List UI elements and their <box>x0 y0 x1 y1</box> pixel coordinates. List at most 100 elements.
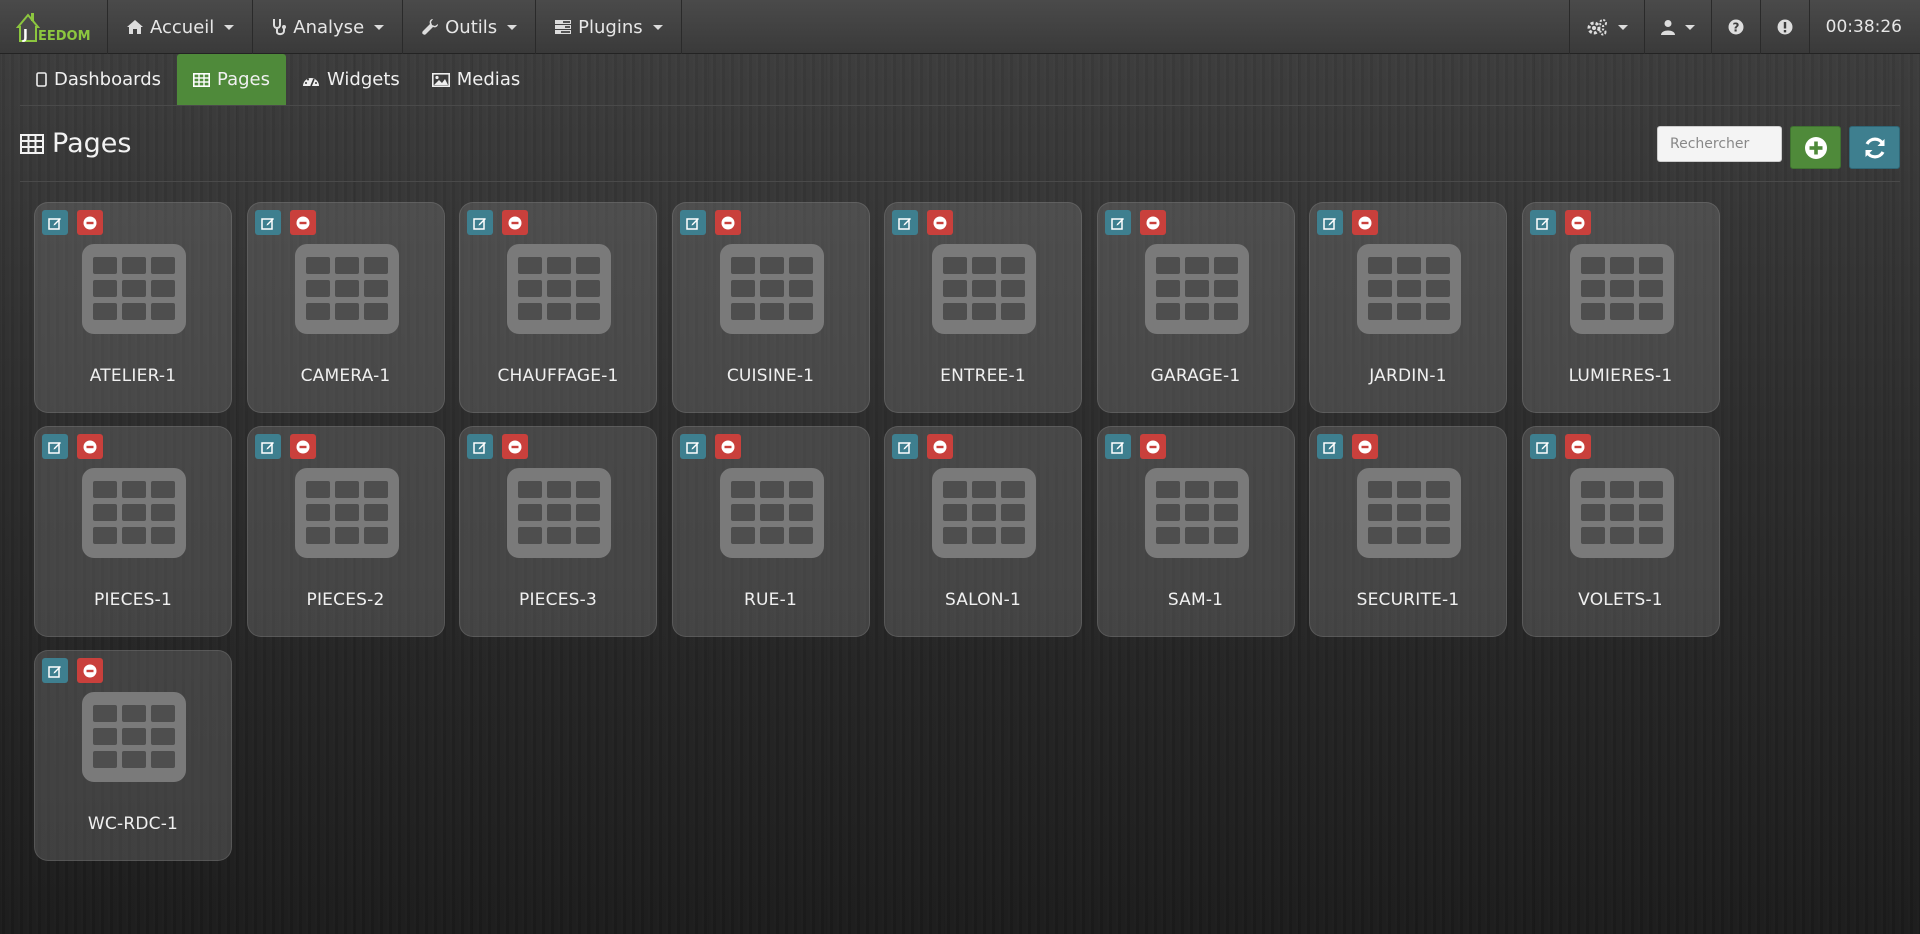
edit-page-button[interactable] <box>254 434 281 459</box>
menu-user[interactable] <box>1643 0 1711 54</box>
search-input[interactable] <box>1657 126 1782 162</box>
edit-page-button[interactable] <box>467 434 493 459</box>
page-card[interactable]: PIECES-3 <box>459 426 657 637</box>
page-card[interactable]: RUE-1 <box>671 426 870 637</box>
page-card[interactable]: CHAUFFAGE-1 <box>459 202 657 413</box>
edit-page-button[interactable] <box>892 434 918 459</box>
brand-logo[interactable]: J EEDOM <box>0 0 108 54</box>
tab-widgets[interactable]: Widgets <box>286 54 416 105</box>
edit-page-button[interactable] <box>1529 210 1556 235</box>
delete-page-button[interactable] <box>714 434 741 459</box>
page-card[interactable]: SECURITE-1 <box>1309 426 1507 637</box>
delete-page-button[interactable] <box>1352 210 1378 235</box>
delete-page-button[interactable] <box>714 210 741 235</box>
table-icon <box>1357 244 1461 334</box>
table-icon <box>1569 468 1674 558</box>
page-card-label: PIECES-3 <box>519 590 597 610</box>
edit-page-button[interactable] <box>467 210 493 235</box>
page-card[interactable]: GARAGE-1 <box>1096 202 1295 413</box>
delete-page-button[interactable] <box>77 434 103 459</box>
tab-widgets-label: Widgets <box>327 69 400 90</box>
tab-dashboards-label: Dashboards <box>54 69 162 90</box>
minus-circle-icon <box>296 216 309 229</box>
delete-page-button[interactable] <box>1352 434 1378 459</box>
chevron-down-icon <box>224 24 235 30</box>
page-card[interactable]: LUMIERES-1 <box>1521 202 1720 413</box>
edit-icon <box>1323 441 1336 454</box>
page-card[interactable]: JARDIN-1 <box>1309 202 1507 413</box>
edit-page-button[interactable] <box>1317 434 1343 459</box>
edit-page-button[interactable] <box>679 210 706 235</box>
tab-dashboards[interactable]: Dashboards <box>20 54 177 105</box>
page-card[interactable]: ATELIER-1 <box>34 202 232 413</box>
tab-pages[interactable]: Pages <box>177 54 287 105</box>
minus-circle-icon <box>508 440 522 453</box>
edit-icon <box>48 665 61 678</box>
chevron-down-icon <box>1617 24 1628 30</box>
page-title: Pages <box>20 128 131 159</box>
delete-page-button[interactable] <box>927 210 953 235</box>
delete-page-button[interactable] <box>502 210 528 235</box>
page-card-label: PIECES-1 <box>94 590 172 610</box>
minus-circle-icon <box>508 216 522 229</box>
page-card-label: CHAUFFAGE-1 <box>497 366 619 386</box>
page-card[interactable]: WC-RDC-1 <box>34 650 232 861</box>
tab-pages-label: Pages <box>217 69 271 90</box>
add-page-button[interactable] <box>1790 126 1841 169</box>
edit-page-button[interactable] <box>1317 210 1343 235</box>
minus-circle-icon <box>1146 440 1159 453</box>
edit-page-button[interactable] <box>679 434 706 459</box>
delete-page-button[interactable] <box>77 658 103 683</box>
delete-page-button[interactable] <box>1139 434 1166 459</box>
delete-page-button[interactable] <box>77 210 103 235</box>
page-card[interactable]: PIECES-2 <box>246 426 445 637</box>
dashboard-icon <box>303 77 320 86</box>
help-button[interactable]: ? <box>1710 0 1760 54</box>
jeedom-logo-icon: J EEDOM <box>15 13 91 44</box>
page-card[interactable]: CAMERA-1 <box>246 202 445 413</box>
page-card[interactable]: PIECES-1 <box>34 426 232 637</box>
edit-page-button[interactable] <box>892 210 918 235</box>
tab-medias[interactable]: Medias <box>416 54 536 105</box>
delete-page-button[interactable] <box>1139 210 1166 235</box>
messages-button[interactable] <box>1759 0 1809 54</box>
edit-page-button[interactable] <box>42 658 68 683</box>
refresh-button[interactable] <box>1849 126 1900 169</box>
table-icon <box>294 244 399 334</box>
menu-plugins[interactable]: Plugins <box>536 0 682 54</box>
page-card[interactable]: SALON-1 <box>884 426 1082 637</box>
edit-page-button[interactable] <box>1529 434 1556 459</box>
tablet-icon <box>36 72 47 87</box>
menu-config[interactable] <box>1568 0 1644 54</box>
minus-circle-icon <box>83 664 97 677</box>
edit-page-button[interactable] <box>1104 210 1131 235</box>
page-card[interactable]: VOLETS-1 <box>1521 426 1720 637</box>
edit-page-button[interactable] <box>254 210 281 235</box>
table-icon <box>294 468 399 558</box>
menu-outils-label: Outils <box>445 16 498 38</box>
user-icon <box>1660 20 1675 35</box>
menu-outils[interactable]: Outils <box>403 0 537 54</box>
page-card[interactable]: SAM-1 <box>1096 426 1295 637</box>
subnav-tabs: Dashboards Pages Widgets Medias <box>20 54 1900 106</box>
edit-icon <box>473 217 486 230</box>
delete-page-button[interactable] <box>289 210 316 235</box>
page-card[interactable]: ENTREE-1 <box>884 202 1082 413</box>
page-card-label: GARAGE-1 <box>1150 366 1241 386</box>
edit-icon <box>48 441 61 454</box>
page-header: Pages <box>20 106 1900 182</box>
edit-page-button[interactable] <box>42 434 68 459</box>
edit-page-button[interactable] <box>1104 434 1131 459</box>
menu-analyse[interactable]: Analyse <box>253 0 404 54</box>
edit-icon <box>1110 441 1124 454</box>
delete-page-button[interactable] <box>1564 210 1591 235</box>
edit-page-button[interactable] <box>42 210 68 235</box>
delete-page-button[interactable] <box>502 434 528 459</box>
page-card[interactable]: CUISINE-1 <box>671 202 870 413</box>
menu-accueil[interactable]: Accueil <box>108 0 254 54</box>
delete-page-button[interactable] <box>927 434 953 459</box>
table-icon <box>719 244 824 334</box>
delete-page-button[interactable] <box>289 434 316 459</box>
delete-page-button[interactable] <box>1564 434 1591 459</box>
minus-circle-icon <box>1146 216 1159 229</box>
